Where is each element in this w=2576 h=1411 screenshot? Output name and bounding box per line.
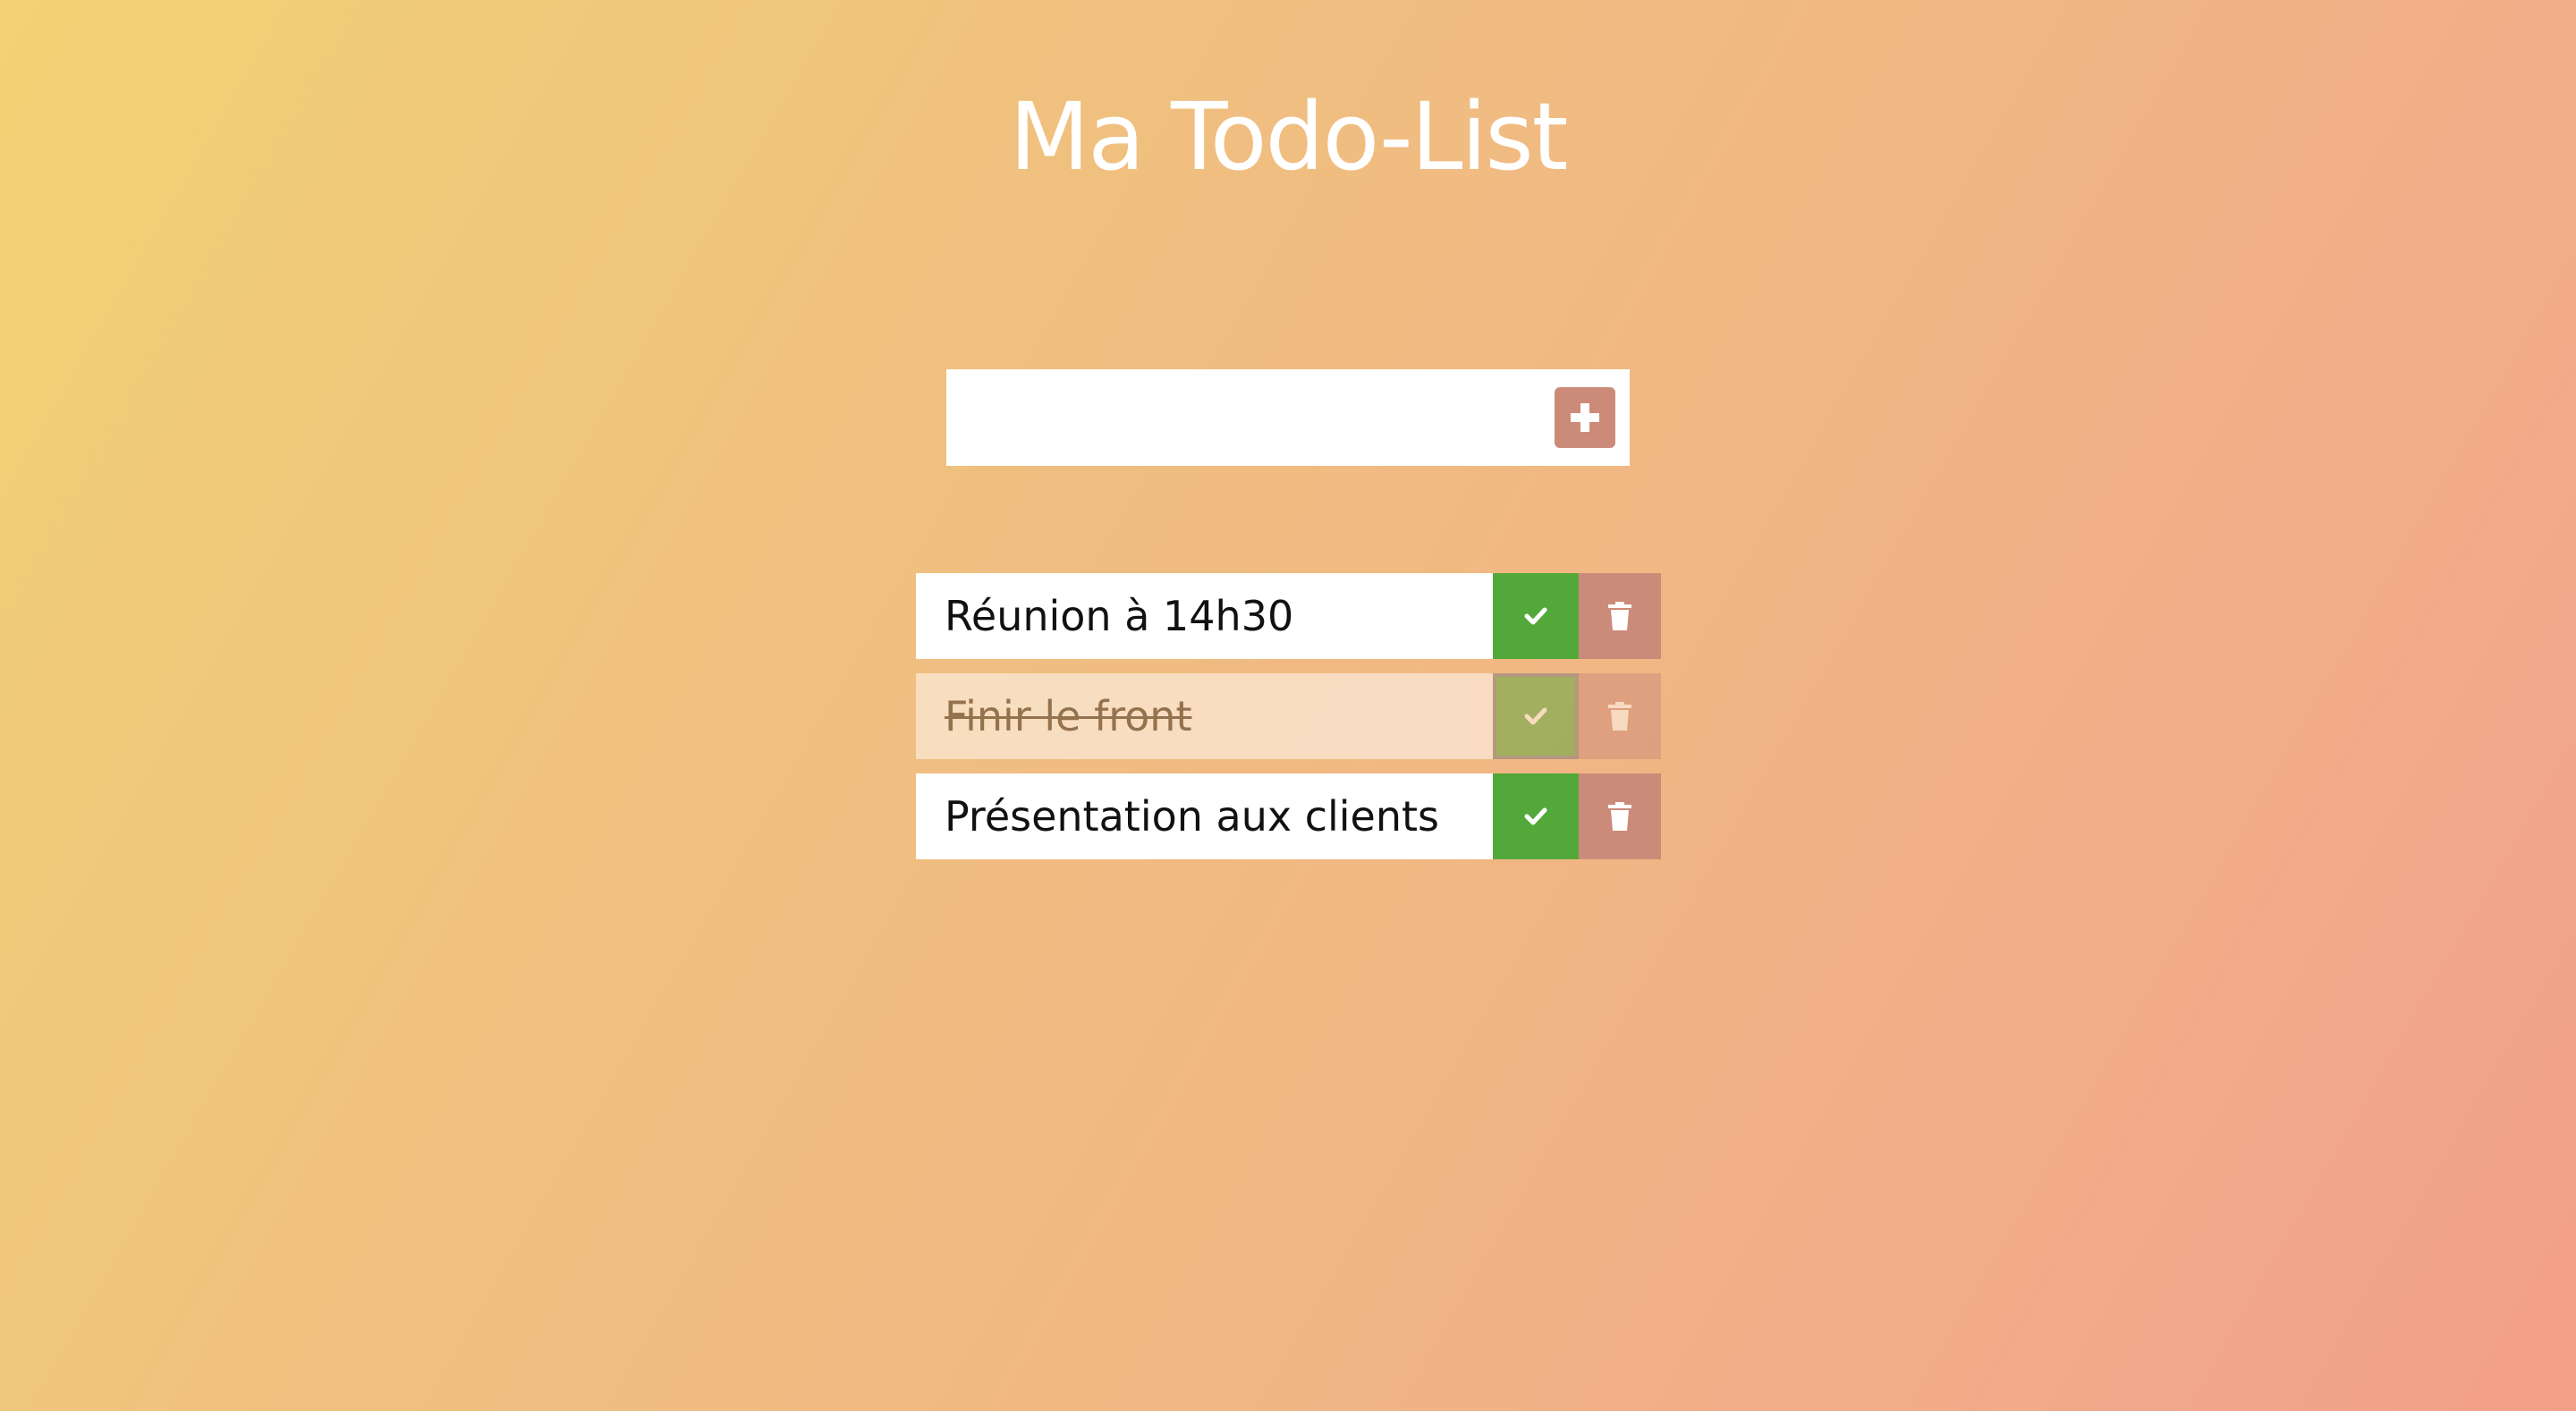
todo-item: Présentation aux clients [916, 773, 1661, 859]
complete-button[interactable] [1493, 573, 1579, 659]
todo-item: Réunion à 14h30 [916, 573, 1661, 659]
add-todo-form [946, 369, 1630, 466]
complete-button[interactable] [1493, 673, 1579, 759]
page-title: Ma Todo-List [1009, 82, 1569, 191]
trash-icon [1608, 602, 1631, 630]
todo-text: Réunion à 14h30 [916, 573, 1493, 659]
todo-input[interactable] [946, 369, 1555, 466]
check-icon [1524, 807, 1547, 825]
todo-text: Présentation aux clients [916, 773, 1493, 859]
delete-button[interactable] [1579, 573, 1661, 659]
check-icon [1524, 707, 1547, 725]
todo-text: Finir le front [916, 673, 1493, 759]
todo-item-completed: Finir le front [916, 673, 1661, 759]
todo-list: Réunion à 14h30 Finir le front Présentat… [916, 573, 1661, 874]
delete-button[interactable] [1579, 673, 1661, 759]
plus-icon [1571, 403, 1599, 432]
add-todo-button[interactable] [1555, 387, 1615, 448]
delete-button[interactable] [1579, 773, 1661, 859]
trash-icon [1608, 802, 1631, 831]
trash-icon [1608, 702, 1631, 731]
complete-button[interactable] [1493, 773, 1579, 859]
check-icon [1524, 607, 1547, 625]
